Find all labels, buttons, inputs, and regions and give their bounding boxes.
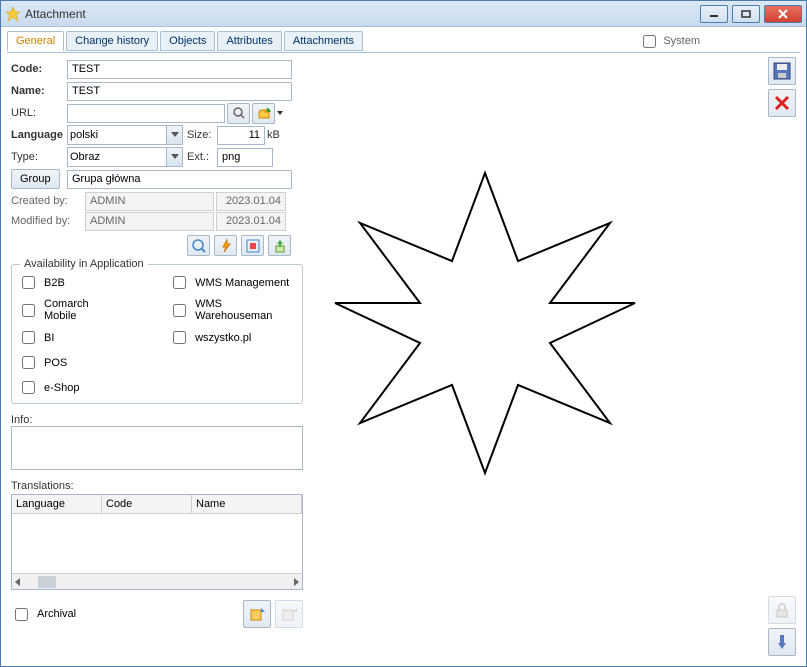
translations-label: Translations: xyxy=(11,480,303,492)
horizontal-scrollbar[interactable] xyxy=(12,573,302,589)
url-open-button[interactable] xyxy=(252,103,275,124)
availability-fieldset: Availability in Application B2B Comarch … xyxy=(11,264,303,404)
save-button[interactable] xyxy=(768,57,796,85)
trans-th-code[interactable]: Code xyxy=(102,495,192,513)
trans-th-name[interactable]: Name xyxy=(192,495,302,513)
url-label: URL: xyxy=(11,107,67,119)
minimize-button[interactable] xyxy=(700,5,728,23)
titlebar: Attachment xyxy=(1,1,806,27)
add-translation-button[interactable] xyxy=(243,600,271,628)
size-input xyxy=(217,126,265,145)
archival-label: Archival xyxy=(37,608,76,620)
info-textarea[interactable] xyxy=(11,426,303,470)
availability-legend: Availability in Application xyxy=(20,258,148,270)
group-button[interactable]: Group xyxy=(11,169,60,189)
archival-checkbox[interactable] xyxy=(15,608,28,621)
check-bi[interactable] xyxy=(22,331,35,344)
dropdown-arrow-icon[interactable] xyxy=(276,104,284,122)
tab-objects[interactable]: Objects xyxy=(160,31,215,51)
ext-input[interactable] xyxy=(217,148,273,167)
created-label: Created by: xyxy=(11,195,85,207)
modified-user: ADMIN xyxy=(85,212,214,231)
star-icon xyxy=(5,6,21,22)
tab-change-history[interactable]: Change history xyxy=(66,31,158,51)
check-comarch-mobile[interactable] xyxy=(22,304,35,317)
language-select[interactable] xyxy=(67,125,183,145)
export-button[interactable] xyxy=(268,235,291,256)
group-input[interactable] xyxy=(67,170,292,189)
close-button[interactable] xyxy=(764,5,802,23)
trans-th-language[interactable]: Language xyxy=(12,495,102,513)
language-label: Language xyxy=(11,129,67,141)
translations-grid[interactable]: Language Code Name xyxy=(11,494,303,590)
image-preview xyxy=(325,163,645,483)
remove-translation-button xyxy=(275,600,303,628)
type-label: Type: xyxy=(11,151,67,163)
tab-general[interactable]: General xyxy=(7,31,64,51)
scan-button[interactable] xyxy=(241,235,264,256)
tab-attributes[interactable]: Attributes xyxy=(217,31,281,51)
modified-label: Modified by: xyxy=(11,215,85,227)
pin-button[interactable] xyxy=(768,628,796,656)
size-label: Size: xyxy=(187,129,217,141)
url-input[interactable] xyxy=(67,104,225,123)
type-select[interactable] xyxy=(67,147,183,167)
size-unit: kB xyxy=(267,129,280,141)
window-title: Attachment xyxy=(25,7,700,21)
zoom-button[interactable] xyxy=(187,235,210,256)
ext-label: Ext.: xyxy=(187,151,217,163)
system-checkbox[interactable] xyxy=(643,35,656,48)
info-label: Info: xyxy=(11,414,303,426)
lock-button xyxy=(768,596,796,624)
check-wms-management[interactable] xyxy=(173,276,186,289)
created-user: ADMIN xyxy=(85,192,214,211)
system-label: System xyxy=(663,35,700,47)
name-label: Name: xyxy=(11,85,67,97)
url-browse-button[interactable] xyxy=(227,103,250,124)
lightning-button[interactable] xyxy=(214,235,237,256)
check-pos[interactable] xyxy=(22,356,35,369)
tab-attachments[interactable]: Attachments xyxy=(284,31,363,51)
code-input[interactable] xyxy=(67,60,292,79)
maximize-button[interactable] xyxy=(732,5,760,23)
check-wszystko[interactable] xyxy=(173,331,186,344)
check-wms-warehouseman[interactable] xyxy=(173,304,186,317)
name-input[interactable] xyxy=(67,82,292,101)
modified-date: 2023.01.04 xyxy=(216,212,286,231)
check-b2b[interactable] xyxy=(22,276,35,289)
delete-button[interactable] xyxy=(768,89,796,117)
code-label: Code: xyxy=(11,63,67,75)
created-date: 2023.01.04 xyxy=(216,192,286,211)
check-eshop[interactable] xyxy=(22,381,35,394)
tabs: General Change history Objects Attribute… xyxy=(7,31,363,51)
